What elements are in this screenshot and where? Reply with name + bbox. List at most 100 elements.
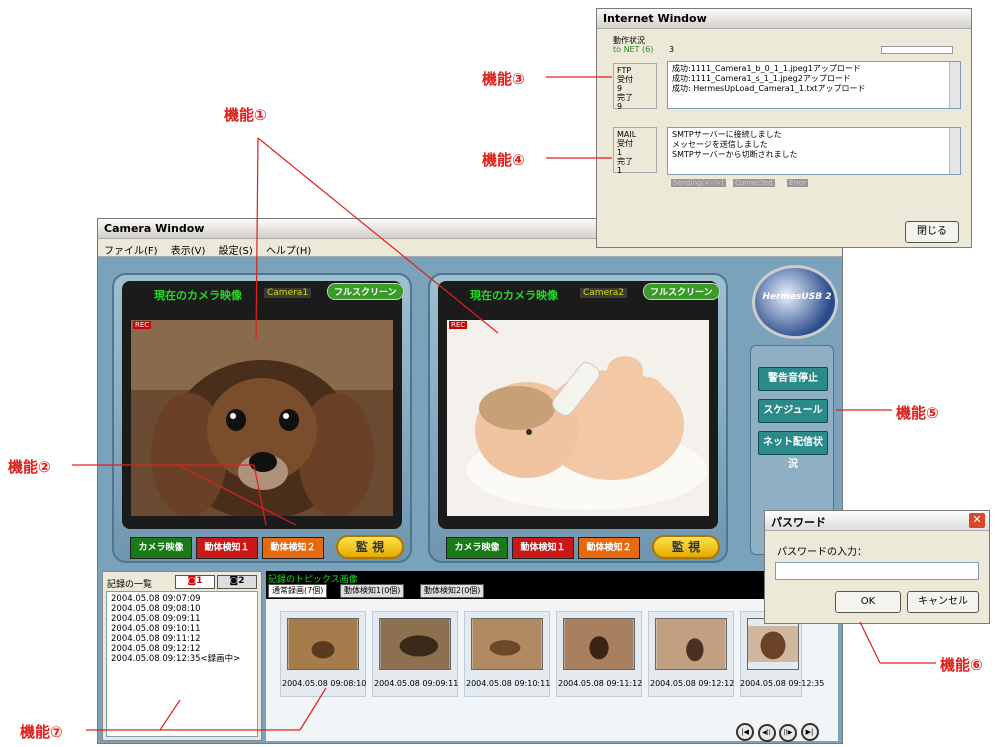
camera1-rec-badge: REC [133,321,152,329]
mail-log[interactable]: SMTPサーバーに接続しました メッセージを送信しました SMTPサーバーから切… [667,127,961,175]
sending-indicator: Sending(<-->) [671,179,726,187]
ftp-done-label: 完了 [617,93,633,102]
close-icon[interactable]: ✕ [969,513,985,528]
camera1-header: 現在のカメラ映像 [154,289,242,302]
mail-log-scrollbar[interactable] [949,128,960,174]
ftp-log-line: 成功:1111_Camera1_s_1_1.jpeg2アップロード [672,74,851,83]
thumbnail-date: 2004.05.08 09:11:12 [558,679,643,688]
log-tab-camera2[interactable]: ◙2 [217,575,257,589]
hermes-usb-logo: HermesUSB 2 [752,265,838,339]
camera2-header: 現在のカメラ映像 [470,289,558,302]
ftp-log-scrollbar[interactable] [949,62,960,108]
menu-view[interactable]: 表示(V) [171,246,206,257]
connected-indicator: Connected [733,179,775,187]
password-dialog-titlebar[interactable]: パスワード ✕ [765,511,989,531]
mail-accept-count: 1 [617,148,623,157]
camera1-motion2-button[interactable]: 動体検知２ [262,537,324,559]
mail-log-line: メッセージを送信しました [672,140,768,149]
ftp-log[interactable]: 成功:1111_Camera1_b_0_1_1.jpeg1アップロード 成功:1… [667,61,961,109]
camera1-fullscreen-button[interactable]: フルスクリーン [327,283,404,300]
topic-tab-normal[interactable]: 通常録画(7個) [268,584,328,598]
topic-tab-motion2[interactable]: 動体検知2(0個) [420,584,485,598]
cancel-button[interactable]: キャンセル [907,591,979,613]
log-title: 記録の一覧 [107,580,153,590]
camera2-rec-badge: REC [449,321,468,329]
camera2-video-button[interactable]: カメラ映像 [446,537,508,559]
topic-tab-motion1[interactable]: 動体検知1(0個) [340,584,405,598]
log-item[interactable]: 2004.05.08 09:09:11 [111,614,253,624]
thumbnail-image [747,618,799,670]
thumbnail-image [287,618,359,670]
log-panel: 記録の一覧 ◙1 ◙2 2004.05.08 09:07:09 2004.05.… [102,571,262,741]
callout-function-6: 機能⑥ [940,656,983,674]
step-forward-button[interactable]: ||▶ [779,724,797,742]
last-frame-button[interactable]: ▶| [800,723,819,741]
camera2-monitor-button[interactable]: 監 視 [652,535,720,559]
thumbnail-date: 2004.05.08 09:12:35 [740,679,825,688]
playback-controls: |◀ ◀|| ||▶ ▶| [736,723,828,742]
log-tab-camera2-label: 2 [238,576,245,586]
thumbnail-date: 2004.05.08 09:09:11 [374,679,459,688]
log-list[interactable]: 2004.05.08 09:07:09 2004.05.08 09:08:10 … [106,591,258,737]
thumbnail-date: 2004.05.08 09:12:12 [650,679,735,688]
mail-label: MAIL [617,130,637,139]
camera1-video-button[interactable]: カメラ映像 [130,537,192,559]
callout-function-7: 機能⑦ [20,723,63,741]
password-dialog-title: パスワード [771,516,826,529]
step-back-button[interactable]: ◀|| [757,724,776,742]
camera2-motion1-button[interactable]: 動体検知１ [512,537,574,559]
log-item[interactable]: 2004.05.08 09:07:09 [111,594,253,604]
logo-text: HermesUSB 2 [762,292,832,302]
net-progress-bar [881,46,953,54]
camera1-monitor-button[interactable]: 監 視 [336,535,404,559]
camera1-motion1-button[interactable]: 動体検知１ [196,537,258,559]
callout-function-2: 機能② [8,458,51,476]
thumbnail-date: 2004.05.08 09:08:10 [282,679,367,688]
log-item[interactable]: 2004.05.08 09:08:10 [111,604,253,614]
thumbnail-image [655,618,727,670]
camera1-video [131,320,393,516]
internet-window-title: Internet Window [603,12,707,25]
log-tab-camera1-label: 1 [196,576,203,586]
ftp-log-line: 成功: HermesUpLoad_Camera1_1.txtアップロード [672,84,866,93]
log-item[interactable]: 2004.05.08 09:12:12 [111,644,253,654]
thumbnail-date: 2004.05.08 09:10:11 [466,679,551,688]
password-label: パスワードの入力： [777,547,867,558]
close-button[interactable]: 閉じる [905,221,959,243]
ftp-done-count: 9 [617,102,623,111]
ftp-accept-label: 受付 [617,75,633,84]
password-dialog: パスワード ✕ パスワードの入力： OK キャンセル [764,510,990,624]
log-tab-camera1[interactable]: ◙1 [175,575,215,589]
log-item[interactable]: 2004.05.08 09:12:35<録画中> [111,654,253,664]
thumbnail-image [563,618,635,670]
internet-window: Internet Window 動作状況 to NET (6) 3 FTP 受付… [596,8,972,248]
mail-group: MAIL 受付 1 完了 1 [613,127,657,175]
menu-settings[interactable]: 設定(S) [219,246,253,257]
ftp-accept-count: 9 [617,84,623,93]
first-frame-button[interactable]: |◀ [736,723,754,741]
menu-help[interactable]: ヘルプ(H) [266,246,311,257]
mail-done-label: 完了 [617,157,633,166]
callout-function-3: 機能③ [482,70,525,88]
mail-log-line: SMTPサーバーから切断されました [672,150,798,159]
camera2-panel: 現在のカメラ映像 Camera2 フルスクリーン REC カメラ映像 動体検知１… [428,273,728,563]
internet-window-titlebar[interactable]: Internet Window [597,9,971,29]
schedule-button[interactable]: スケジュール [758,399,828,423]
callout-function-1: 機能① [224,106,267,124]
to-net-value: 3 [669,45,675,54]
log-item[interactable]: 2004.05.08 09:11:12 [111,634,253,644]
camera2-fullscreen-button[interactable]: フルスクリーン [643,283,720,300]
stop-alarm-button[interactable]: 警告音停止 [758,367,828,391]
to-net-label: to NET (6) [613,45,654,54]
ftp-group: FTP 受付 9 完了 9 [613,63,657,111]
net-status-button[interactable]: ネット配信状況 [758,431,828,470]
camera1-panel: 現在のカメラ映像 Camera1 フルスクリーン REC カメラ映像 動体検知１… [112,273,412,563]
camera2-name: Camera2 [580,288,628,298]
log-item[interactable]: 2004.05.08 09:10:11 [111,624,253,634]
mail-accept-label: 受付 [617,139,633,148]
menu-file[interactable]: ファイル(F) [104,246,158,257]
camera2-motion2-button[interactable]: 動体検知２ [578,537,640,559]
password-input[interactable] [775,562,979,580]
ftp-label: FTP [617,66,632,75]
ok-button[interactable]: OK [835,591,901,613]
